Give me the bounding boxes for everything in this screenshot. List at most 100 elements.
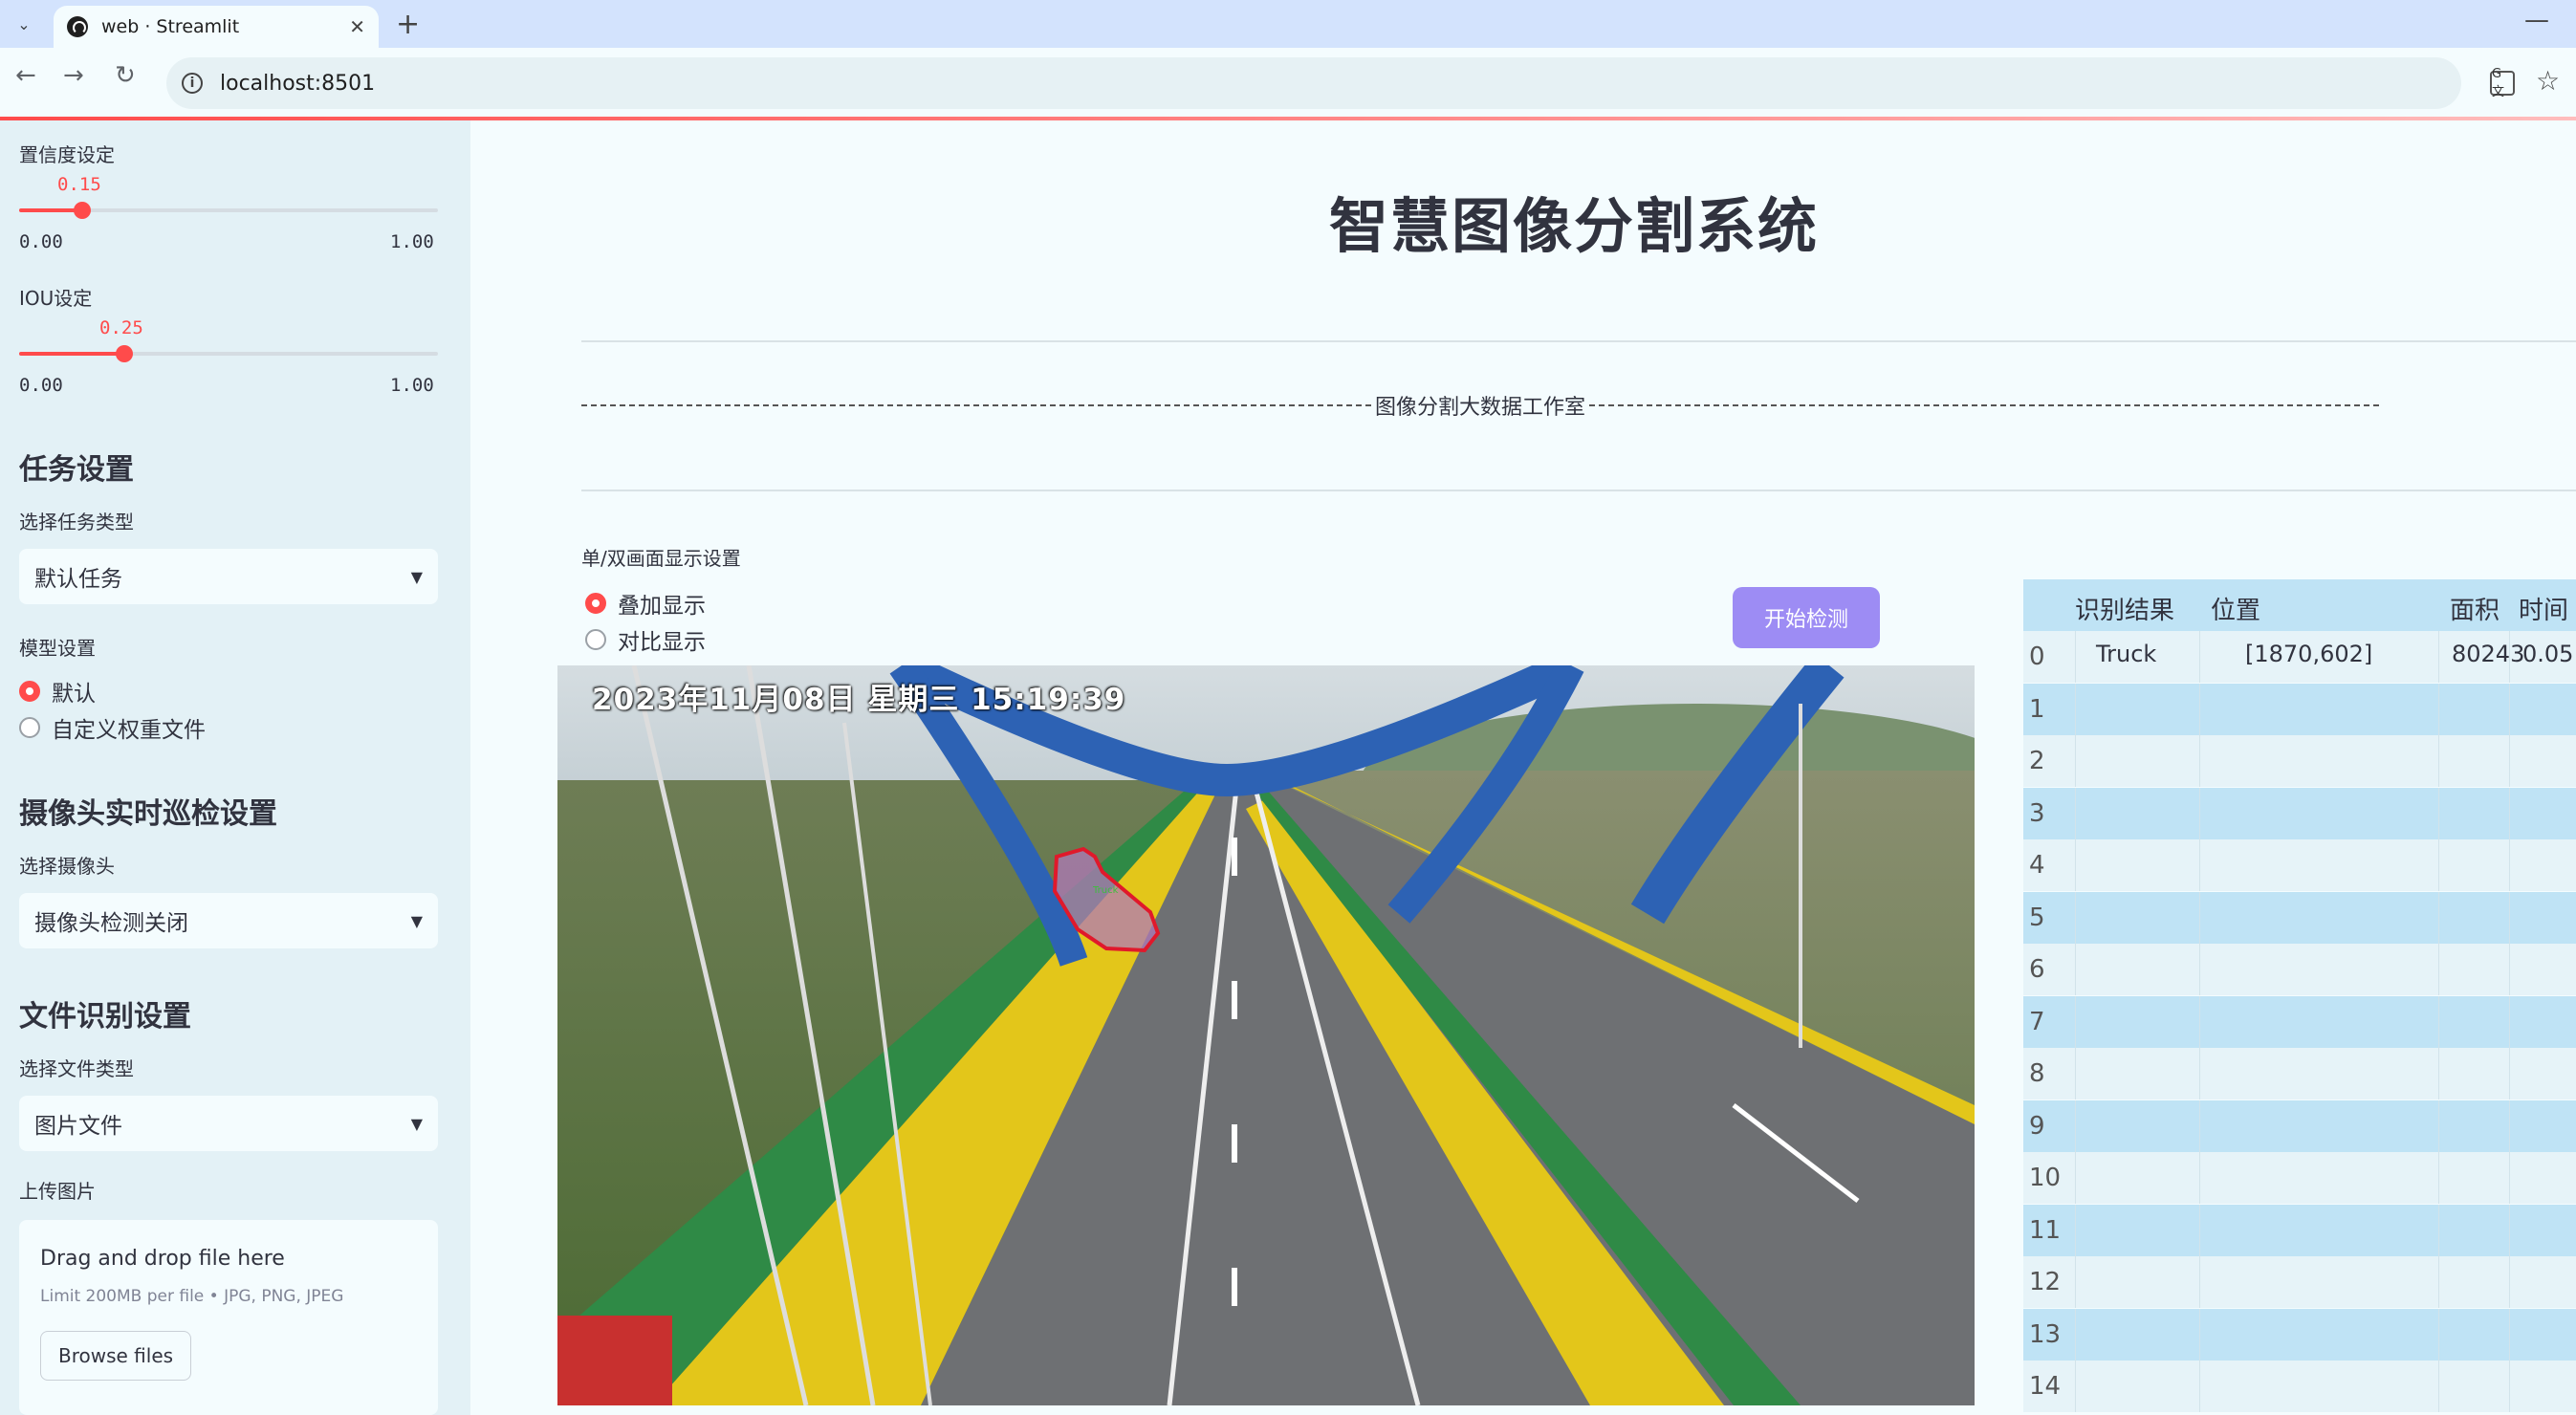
new-tab-icon[interactable]: + <box>396 8 420 41</box>
row-index: 6 <box>2029 955 2045 984</box>
table-row[interactable]: 3 <box>2023 787 2576 839</box>
row-index: 3 <box>2029 798 2045 828</box>
column-divider <box>2438 1099 2439 1152</box>
table-row[interactable]: 10 <box>2023 1152 2576 1204</box>
column-divider <box>2438 1048 2439 1099</box>
col-header-position: 位置 <box>2211 597 2261 625</box>
table-row[interactable]: 14 <box>2023 1361 2576 1412</box>
column-divider <box>2438 1256 2439 1308</box>
row-index: 14 <box>2029 1372 2062 1401</box>
reload-icon[interactable]: ↻ <box>115 61 136 90</box>
row-index: 4 <box>2029 851 2045 880</box>
detection-image: 2023年11月08日 星期三 15:19:39 Truck <box>557 665 1975 1405</box>
radio-selected-icon[interactable] <box>19 681 40 702</box>
confidence-slider-fill <box>19 208 82 212</box>
browse-files-button[interactable]: Browse files <box>40 1331 192 1381</box>
col-header-time: 时间 <box>2519 597 2569 625</box>
file-type-select[interactable]: 图片文件 ▼ <box>19 1096 438 1151</box>
table-row[interactable]: 11 <box>2023 1204 2576 1256</box>
column-divider <box>2075 995 2076 1048</box>
display-option-compare[interactable]: 对比显示 <box>585 623 706 656</box>
bookmark-star-icon[interactable]: ☆ <box>2536 65 2560 97</box>
column-divider <box>2438 787 2439 839</box>
table-row[interactable]: 13 <box>2023 1308 2576 1361</box>
col-header-area: 面积 <box>2450 597 2500 625</box>
column-divider <box>2075 735 2076 787</box>
table-row[interactable]: 8 <box>2023 1048 2576 1099</box>
address-bar[interactable]: i localhost:8501 <box>166 57 2461 109</box>
column-divider <box>2438 683 2439 735</box>
page-title: 智慧图像分割系统 <box>1329 191 1820 261</box>
column-divider <box>2438 944 2439 995</box>
start-detection-button[interactable]: 开始检测 <box>1733 587 1880 648</box>
chevron-down-icon: ▼ <box>410 567 423 586</box>
column-divider <box>2509 1256 2510 1308</box>
column-divider <box>2509 839 2510 891</box>
table-row[interactable]: 9 <box>2023 1099 2576 1152</box>
row-index: 7 <box>2029 1007 2045 1036</box>
row-index: 0 <box>2029 642 2045 671</box>
iou-slider[interactable] <box>19 345 438 362</box>
table-row[interactable]: 2 <box>2023 735 2576 787</box>
column-divider <box>2075 1099 2076 1152</box>
iou-min: 0.00 <box>19 375 63 396</box>
table-row[interactable]: 6 <box>2023 944 2576 995</box>
radio-selected-icon[interactable] <box>585 593 606 614</box>
column-divider <box>2199 1308 2200 1361</box>
close-tab-icon[interactable]: ✕ <box>349 15 365 38</box>
table-row[interactable]: 5 <box>2023 891 2576 944</box>
model-option-default[interactable]: 默认 <box>19 675 96 708</box>
column-divider <box>2199 1048 2200 1099</box>
browser-tab[interactable]: web · Streamlit ✕ <box>54 6 379 48</box>
column-divider <box>2199 1204 2200 1256</box>
task-type-select[interactable]: 默认任务 ▼ <box>19 549 438 604</box>
divider <box>581 490 2576 491</box>
column-divider <box>2199 995 2200 1048</box>
display-option-overlay[interactable]: 叠加显示 <box>585 587 706 620</box>
bridge-road-scene <box>557 665 1975 1405</box>
column-divider <box>2075 631 2076 683</box>
table-row[interactable]: 0 Truck [1870,602] 80243 0.05 <box>2023 631 2576 683</box>
stamp-time: 15:19:39 <box>971 683 1126 717</box>
column-divider <box>2075 683 2076 735</box>
file-dropzone[interactable]: Drag and drop file here Limit 200MB per … <box>19 1220 438 1415</box>
confidence-max: 1.00 <box>390 231 434 252</box>
column-divider <box>2509 944 2510 995</box>
table-row[interactable]: 4 <box>2023 839 2576 891</box>
back-arrow-icon[interactable]: ← <box>15 61 36 90</box>
table-row[interactable]: 7 <box>2023 995 2576 1048</box>
confidence-label: 置信度设定 <box>19 143 115 166</box>
radio-unselected-icon[interactable] <box>19 717 40 738</box>
detection-label: Truck <box>1092 885 1119 896</box>
confidence-slider-thumb[interactable] <box>73 202 91 219</box>
confidence-min: 0.00 <box>19 231 63 252</box>
translate-icon[interactable]: G文 <box>2490 67 2515 99</box>
minimize-window-icon[interactable]: — <box>2524 6 2549 34</box>
column-divider <box>2075 1152 2076 1204</box>
iou-max: 1.00 <box>390 375 434 396</box>
tab-search-icon[interactable]: ⌄ <box>10 10 38 38</box>
table-row[interactable]: 12 <box>2023 1256 2576 1308</box>
column-divider <box>2199 1099 2200 1152</box>
column-divider <box>2199 891 2200 944</box>
iou-slider-thumb[interactable] <box>115 345 133 362</box>
confidence-slider[interactable] <box>19 202 438 219</box>
cell-area: 80243 <box>2452 641 2525 667</box>
column-divider <box>2509 1099 2510 1152</box>
row-index: 11 <box>2029 1215 2062 1245</box>
radio-unselected-icon[interactable] <box>585 629 606 650</box>
column-divider <box>2199 944 2200 995</box>
display-option-label: 对比显示 <box>618 630 706 655</box>
row-index: 12 <box>2029 1268 2062 1296</box>
stamp-day: 星期三 <box>867 683 960 717</box>
site-info-icon[interactable]: i <box>182 73 203 94</box>
column-divider <box>2438 1152 2439 1204</box>
column-divider <box>2509 1204 2510 1256</box>
camera-select[interactable]: 摄像头检测关闭 ▼ <box>19 893 438 948</box>
browser-tab-strip: ⌄ web · Streamlit ✕ + — <box>0 0 2576 48</box>
column-divider <box>2509 787 2510 839</box>
model-option-custom[interactable]: 自定义权重文件 <box>19 711 206 744</box>
forward-arrow-icon[interactable]: → <box>63 61 84 90</box>
table-row[interactable]: 1 <box>2023 683 2576 735</box>
model-settings-label: 模型设置 <box>19 637 96 660</box>
